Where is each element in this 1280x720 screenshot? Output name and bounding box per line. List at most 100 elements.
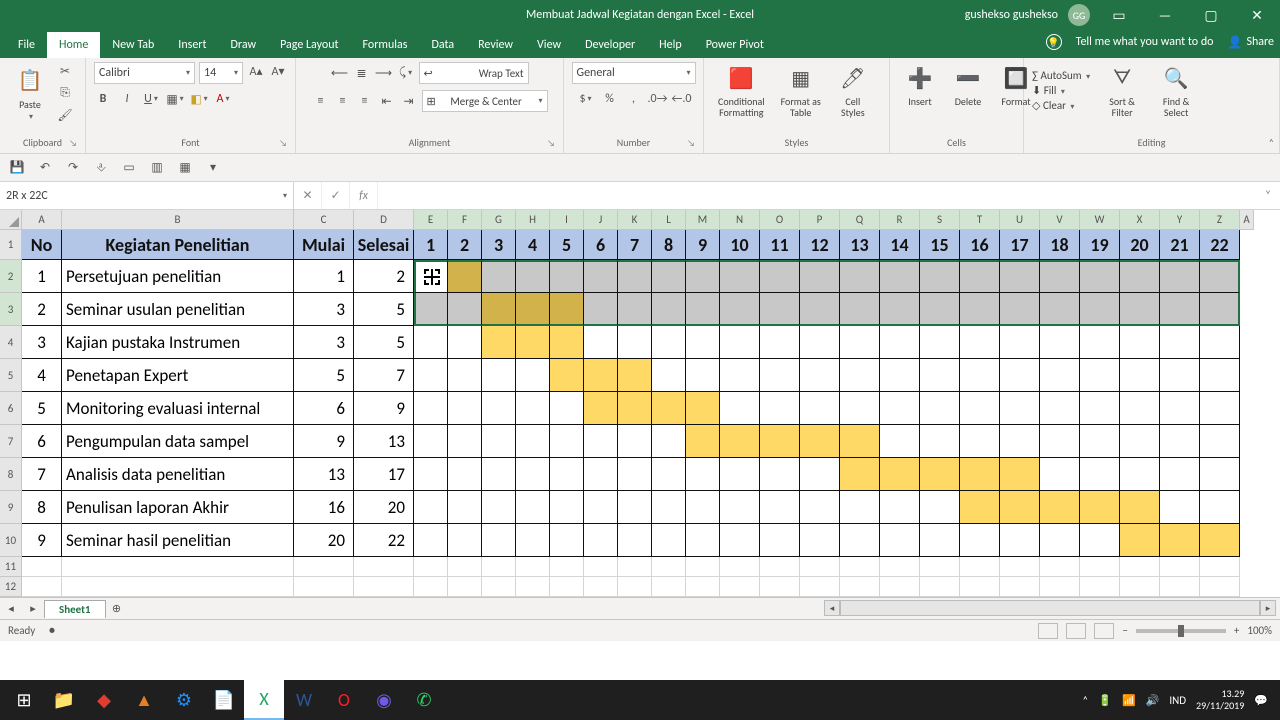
gantt-cell[interactable]: [686, 359, 720, 392]
undo-icon[interactable]: ↶: [36, 159, 54, 177]
column-header[interactable]: U: [1000, 210, 1040, 230]
enter-icon[interactable]: ✓: [322, 182, 350, 209]
cell[interactable]: [760, 577, 800, 597]
cell[interactable]: [1000, 557, 1040, 577]
column-header[interactable]: G: [482, 210, 516, 230]
cell[interactable]: [840, 557, 880, 577]
column-header[interactable]: B: [62, 210, 294, 230]
gantt-cell[interactable]: [686, 425, 720, 458]
gantt-cell[interactable]: [800, 524, 840, 557]
gantt-cell[interactable]: [516, 326, 550, 359]
gantt-cell[interactable]: [800, 326, 840, 359]
cell[interactable]: [800, 577, 840, 597]
gantt-cell[interactable]: [840, 260, 880, 293]
cell[interactable]: [1080, 557, 1120, 577]
gantt-cell[interactable]: [482, 425, 516, 458]
spreadsheet-grid[interactable]: 1 23456789101112 ABCDEFGHIJKLMNOPQRSTUVW…: [0, 210, 1280, 597]
copy-icon[interactable]: ⎘: [56, 84, 74, 102]
gantt-cell[interactable]: [920, 524, 960, 557]
number-format-select[interactable]: General▾: [572, 62, 696, 84]
gantt-header-cell[interactable]: 2: [448, 230, 482, 260]
row-header[interactable]: 1: [0, 230, 22, 260]
gantt-cell[interactable]: [880, 392, 920, 425]
cell[interactable]: [1160, 557, 1200, 577]
qat-icon[interactable]: ▦: [176, 159, 194, 177]
sheet-tab[interactable]: Sheet1: [44, 600, 106, 618]
gantt-cell[interactable]: [414, 293, 448, 326]
cell[interactable]: 4: [22, 359, 62, 392]
gantt-cell[interactable]: [584, 491, 618, 524]
cell[interactable]: [62, 577, 294, 597]
cell[interactable]: [584, 557, 618, 577]
gantt-cell[interactable]: [880, 458, 920, 491]
cell[interactable]: [22, 557, 62, 577]
gantt-cell[interactable]: [720, 326, 760, 359]
column-header[interactable]: Q: [840, 210, 880, 230]
gantt-cell[interactable]: [516, 293, 550, 326]
gantt-cell[interactable]: [1040, 359, 1080, 392]
gantt-header-cell[interactable]: 14: [880, 230, 920, 260]
cell[interactable]: 20: [294, 524, 354, 557]
gantt-cell[interactable]: [584, 293, 618, 326]
gantt-cell[interactable]: [760, 425, 800, 458]
underline-icon[interactable]: U▾: [142, 90, 160, 108]
gantt-cell[interactable]: [584, 260, 618, 293]
gantt-cell[interactable]: [1200, 326, 1240, 359]
select-all-corner[interactable]: [0, 210, 22, 230]
cell[interactable]: [1120, 577, 1160, 597]
gantt-cell[interactable]: [1000, 260, 1040, 293]
column-header[interactable]: V: [1040, 210, 1080, 230]
maximize-icon[interactable]: ▢: [1188, 0, 1234, 30]
gantt-cell[interactable]: [1160, 293, 1200, 326]
cell[interactable]: 5: [22, 392, 62, 425]
share-button[interactable]: 👤Share: [1227, 35, 1274, 50]
gantt-header-cell[interactable]: 16: [960, 230, 1000, 260]
gantt-cell[interactable]: [448, 524, 482, 557]
cell[interactable]: [1040, 577, 1080, 597]
cell[interactable]: [1040, 557, 1080, 577]
cell[interactable]: [760, 557, 800, 577]
gantt-cell[interactable]: [1160, 260, 1200, 293]
gantt-cell[interactable]: [482, 458, 516, 491]
gantt-cell[interactable]: [550, 491, 584, 524]
gantt-cell[interactable]: [1000, 359, 1040, 392]
cell[interactable]: [414, 557, 448, 577]
column-header[interactable]: E: [414, 210, 448, 230]
cell[interactable]: [960, 577, 1000, 597]
gantt-cell[interactable]: [618, 491, 652, 524]
gantt-cell[interactable]: [1160, 458, 1200, 491]
column-header[interactable]: X: [1120, 210, 1160, 230]
zoom-slider[interactable]: [1136, 629, 1226, 633]
align-right-icon[interactable]: ≡: [356, 92, 374, 110]
gantt-cell[interactable]: [720, 359, 760, 392]
gantt-cell[interactable]: [414, 326, 448, 359]
cell[interactable]: Penulisan laporan Akhir: [62, 491, 294, 524]
zoom-level[interactable]: 100%: [1247, 624, 1272, 637]
cell[interactable]: [1160, 577, 1200, 597]
gantt-cell[interactable]: [482, 326, 516, 359]
column-header[interactable]: L: [652, 210, 686, 230]
gantt-cell[interactable]: [1040, 524, 1080, 557]
gantt-cell[interactable]: [720, 491, 760, 524]
cell[interactable]: [960, 557, 1000, 577]
font-color-icon[interactable]: A▾: [214, 90, 232, 108]
macro-record-icon[interactable]: ⏺: [49, 624, 55, 638]
gantt-cell[interactable]: [584, 392, 618, 425]
gantt-header-cell[interactable]: 8: [652, 230, 686, 260]
gantt-cell[interactable]: [800, 392, 840, 425]
gantt-cell[interactable]: [1200, 260, 1240, 293]
gantt-cell[interactable]: [618, 260, 652, 293]
gantt-cell[interactable]: [840, 425, 880, 458]
gantt-cell[interactable]: [1120, 260, 1160, 293]
gantt-cell[interactable]: [880, 524, 920, 557]
cell[interactable]: Analisis data penelitian: [62, 458, 294, 491]
tab-home[interactable]: Home: [47, 32, 100, 58]
cell[interactable]: [22, 577, 62, 597]
gantt-cell[interactable]: [1080, 524, 1120, 557]
gantt-cell[interactable]: [1000, 425, 1040, 458]
launcher-icon[interactable]: ↘: [279, 138, 287, 149]
autosum-button[interactable]: ∑ AutoSum ▾: [1032, 69, 1090, 82]
cell[interactable]: [414, 577, 448, 597]
gantt-cell[interactable]: [584, 425, 618, 458]
gantt-cell[interactable]: [584, 326, 618, 359]
